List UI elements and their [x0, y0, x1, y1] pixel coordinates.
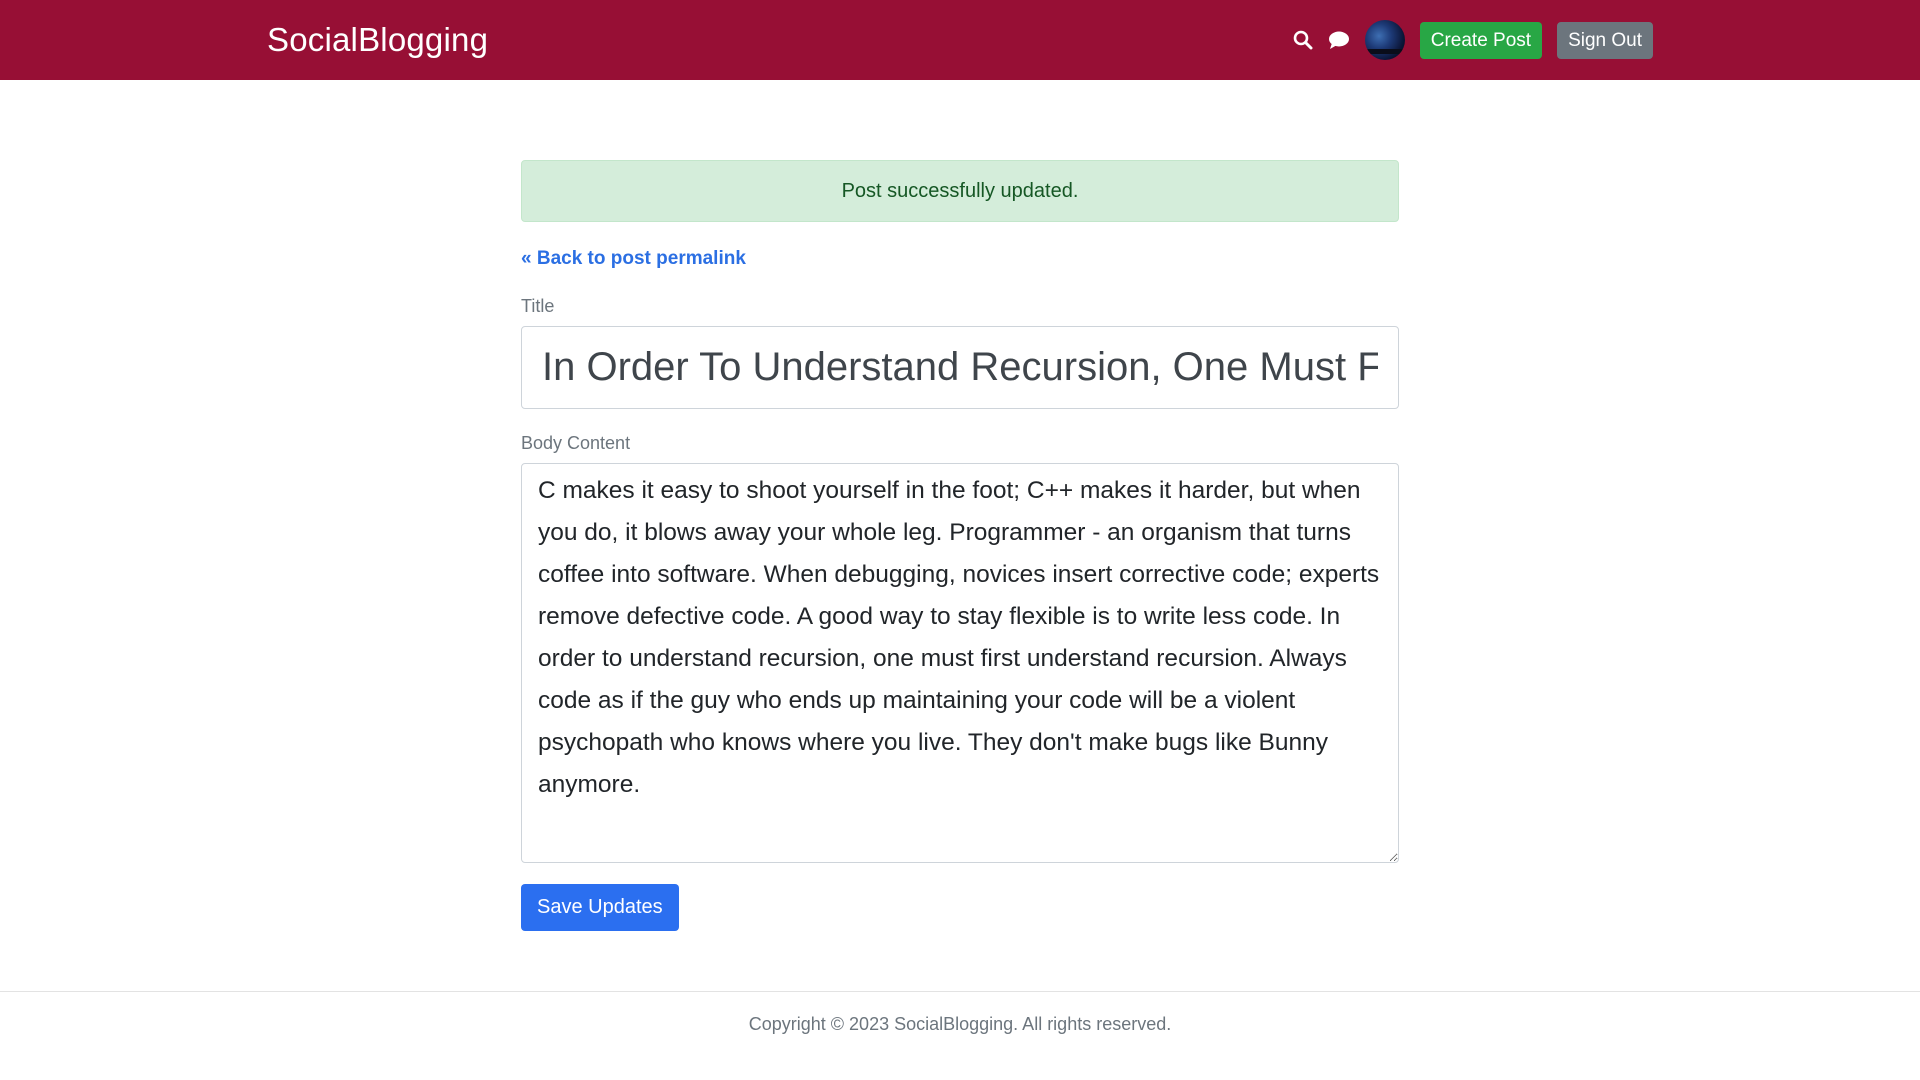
- chat-icon[interactable]: [1321, 20, 1357, 60]
- create-post-button[interactable]: Create Post: [1419, 21, 1543, 59]
- title-input[interactable]: [521, 326, 1399, 409]
- footer-divider: [0, 991, 1920, 992]
- search-icon[interactable]: [1285, 20, 1321, 60]
- title-label: Title: [521, 296, 555, 316]
- back-to-permalink-link[interactable]: « Back to post permalink: [521, 248, 746, 270]
- avatar[interactable]: [1364, 20, 1405, 60]
- top-navbar: SocialBlogging Create Post Sign Out: [0, 0, 1920, 80]
- body-content-label: Body Content: [521, 433, 631, 453]
- save-updates-button[interactable]: Save Updates: [521, 884, 679, 931]
- footer-copyright: Copyright © 2023 SocialBlogging. All rig…: [748, 1014, 1172, 1034]
- sign-out-button[interactable]: Sign Out: [1557, 21, 1653, 59]
- alert-message: Post successfully updated.: [841, 179, 1079, 202]
- brand-logo[interactable]: SocialBlogging: [267, 20, 488, 60]
- edit-post-container: Post successfully updated. « Back to pos…: [521, 160, 1399, 931]
- body-content-textarea[interactable]: C makes it easy to shoot yourself in the…: [521, 463, 1399, 863]
- success-alert: Post successfully updated.: [521, 160, 1399, 222]
- navbar-actions: Create Post Sign Out: [1285, 20, 1653, 60]
